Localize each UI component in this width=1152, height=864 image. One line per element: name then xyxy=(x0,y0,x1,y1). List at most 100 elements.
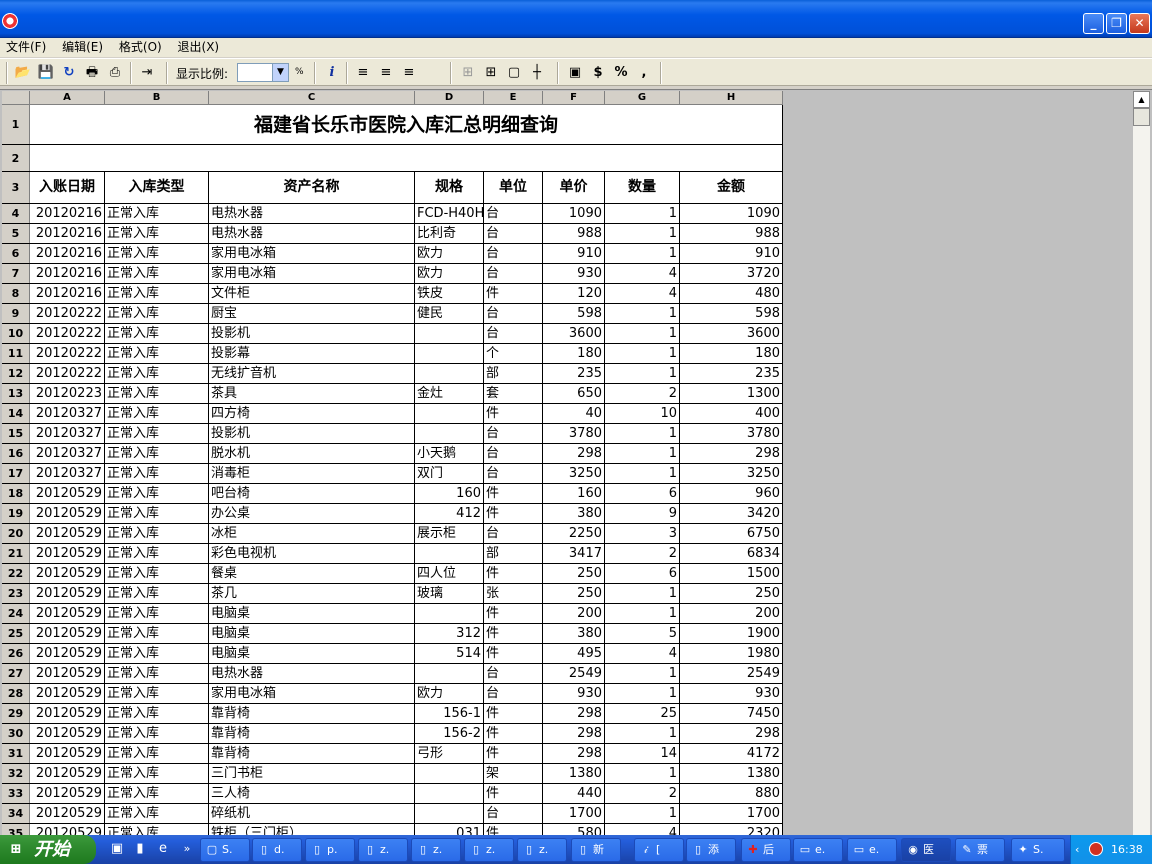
row-header[interactable]: 17 xyxy=(2,464,30,483)
cell-unit[interactable]: 台 xyxy=(484,804,543,823)
row-header[interactable]: 33 xyxy=(2,784,30,803)
chevron-down-icon[interactable]: ▼ xyxy=(272,64,288,81)
cell-amount[interactable]: 3720 xyxy=(680,264,783,283)
cell-type[interactable]: 正常入库 xyxy=(105,344,209,363)
cell-asset-name[interactable]: 电脑桌 xyxy=(209,624,415,643)
menu-edit[interactable]: 编辑(E) xyxy=(56,38,109,57)
cell-price[interactable]: 3417 xyxy=(543,544,605,563)
row-header[interactable]: 28 xyxy=(2,684,30,703)
taskbar-button[interactable]: ▯ 添 xyxy=(686,838,736,862)
align-right-icon[interactable]: ≡ xyxy=(399,63,419,83)
cell-type[interactable]: 正常入库 xyxy=(105,584,209,603)
cell-price[interactable]: 120 xyxy=(543,284,605,303)
cell-spec[interactable] xyxy=(415,404,484,423)
cell-amount[interactable]: 200 xyxy=(680,604,783,623)
cell-date[interactable]: 20120327 xyxy=(30,464,105,483)
cell-amount[interactable]: 480 xyxy=(680,284,783,303)
save-icon[interactable]: 💾 xyxy=(36,63,56,83)
cell-unit[interactable]: 台 xyxy=(484,524,543,543)
cell-spec[interactable] xyxy=(415,344,484,363)
cell-asset-name[interactable]: 电热水器 xyxy=(209,664,415,683)
cell-quantity[interactable]: 1 xyxy=(605,204,680,223)
cell-unit[interactable]: 台 xyxy=(484,664,543,683)
cell-spec[interactable]: 健民 xyxy=(415,304,484,323)
cell-amount[interactable]: 298 xyxy=(680,724,783,743)
cell-price[interactable]: 930 xyxy=(543,684,605,703)
cell-asset-name[interactable]: 碎纸机 xyxy=(209,804,415,823)
cell-date[interactable]: 20120216 xyxy=(30,264,105,283)
cell-unit[interactable]: 张 xyxy=(484,584,543,603)
column-header-a[interactable]: A xyxy=(30,91,105,105)
no-border-icon[interactable]: ⊞ xyxy=(458,63,478,83)
taskbar-button[interactable]: ▯ 新 xyxy=(571,838,621,862)
cell-amount[interactable]: 298 xyxy=(680,444,783,463)
cell-date[interactable]: 20120529 xyxy=(30,644,105,663)
cell-amount[interactable]: 250 xyxy=(680,584,783,603)
header-cell-type[interactable]: 入库类型 xyxy=(105,172,209,203)
cell-amount[interactable]: 1300 xyxy=(680,384,783,403)
cell-asset-name[interactable]: 三门书柜 xyxy=(209,764,415,783)
cell-quantity[interactable]: 1 xyxy=(605,804,680,823)
cell-asset-name[interactable]: 靠背椅 xyxy=(209,744,415,763)
cell-quantity[interactable]: 1 xyxy=(605,304,680,323)
cell-spec[interactable]: 小天鹅 xyxy=(415,444,484,463)
cell-asset-name[interactable]: 投影机 xyxy=(209,424,415,443)
refresh-icon[interactable]: ↻ xyxy=(59,63,79,83)
number-format-icon[interactable]: ▣ xyxy=(565,63,585,83)
cell-date[interactable]: 20120216 xyxy=(30,224,105,243)
cell-amount[interactable]: 2549 xyxy=(680,664,783,683)
row-header[interactable]: 13 xyxy=(2,384,30,403)
cell-quantity[interactable]: 1 xyxy=(605,584,680,603)
cell-spec[interactable] xyxy=(415,364,484,383)
cell-date[interactable]: 20120216 xyxy=(30,204,105,223)
cell-price[interactable]: 380 xyxy=(543,504,605,523)
taskbar-button[interactable]: 𝒾[ xyxy=(634,838,684,862)
cell-price[interactable]: 200 xyxy=(543,604,605,623)
cell-price[interactable]: 235 xyxy=(543,364,605,383)
cell-spec[interactable]: 金灶 xyxy=(415,384,484,403)
cell-spec[interactable] xyxy=(415,804,484,823)
cell-date[interactable]: 20120327 xyxy=(30,424,105,443)
header-cell-quantity[interactable]: 数量 xyxy=(605,172,680,203)
zoom-select[interactable]: ▼ xyxy=(237,63,289,82)
menu-format[interactable]: 格式(O) xyxy=(113,38,168,57)
cell-asset-name[interactable]: 靠背椅 xyxy=(209,724,415,743)
row-header[interactable]: 26 xyxy=(2,644,30,663)
cell-asset-name[interactable]: 三人椅 xyxy=(209,784,415,803)
row-header[interactable]: 22 xyxy=(2,564,30,583)
cell-quantity[interactable]: 1 xyxy=(605,244,680,263)
cell-price[interactable]: 180 xyxy=(543,344,605,363)
cell-date[interactable]: 20120216 xyxy=(30,284,105,303)
cell-quantity[interactable]: 1 xyxy=(605,364,680,383)
taskbar-button[interactable]: ◉ 医 xyxy=(901,838,951,862)
cell-quantity[interactable]: 4 xyxy=(605,284,680,303)
cell-type[interactable]: 正常入库 xyxy=(105,644,209,663)
cell-spec[interactable] xyxy=(415,764,484,783)
start-button[interactable]: ⊞ 开始 xyxy=(0,835,96,864)
cell-price[interactable]: 40 xyxy=(543,404,605,423)
info-icon[interactable]: i xyxy=(322,63,342,83)
cell-date[interactable]: 20120529 xyxy=(30,624,105,643)
cell-price[interactable]: 440 xyxy=(543,784,605,803)
row-header[interactable]: 11 xyxy=(2,344,30,363)
align-center-icon[interactable]: ≡ xyxy=(376,63,396,83)
cell-type[interactable]: 正常入库 xyxy=(105,744,209,763)
cell-date[interactable]: 20120529 xyxy=(30,764,105,783)
cell-price[interactable]: 3600 xyxy=(543,324,605,343)
cell-amount[interactable]: 6834 xyxy=(680,544,783,563)
spreadsheet-grid[interactable]: A B C D E F G H 1 福建省长乐市医院入库汇总明细查询 2 3 入… xyxy=(2,91,783,836)
cell-amount[interactable]: 6750 xyxy=(680,524,783,543)
stop-icon[interactable] xyxy=(1089,842,1103,856)
cell-quantity[interactable]: 2 xyxy=(605,544,680,563)
cell-quantity[interactable]: 1 xyxy=(605,224,680,243)
cell-type[interactable]: 正常入库 xyxy=(105,784,209,803)
cell-spec[interactable]: 欧力 xyxy=(415,244,484,263)
cell-asset-name[interactable]: 彩色电视机 xyxy=(209,544,415,563)
cell-type[interactable]: 正常入库 xyxy=(105,284,209,303)
cell-price[interactable]: 930 xyxy=(543,264,605,283)
cell-amount[interactable]: 598 xyxy=(680,304,783,323)
row-header[interactable]: 18 xyxy=(2,484,30,503)
cell-date[interactable]: 20120327 xyxy=(30,404,105,423)
cell-spec[interactable]: 欧力 xyxy=(415,264,484,283)
cell-asset-name[interactable]: 家用电冰箱 xyxy=(209,684,415,703)
